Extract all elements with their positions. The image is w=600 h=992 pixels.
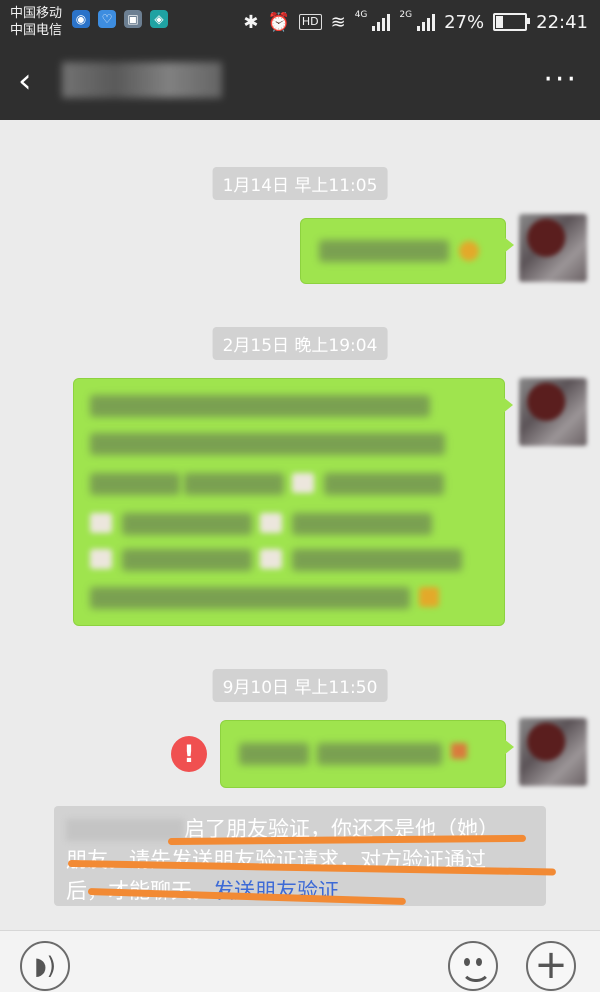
network-type-1: 4G bbox=[354, 10, 368, 20]
alarm-icon: ⏰ bbox=[267, 11, 290, 33]
more-dots-icon[interactable]: ··· bbox=[543, 65, 578, 95]
chat-header: ‹ ··· bbox=[0, 44, 600, 120]
shield-app-icon: ◈ bbox=[150, 10, 168, 28]
status-bar: 中国移动 中国电信 ◉ ♡ ▣ ◈ ✱ ⏰ HD ≋ 4G 2G 27% 22:… bbox=[0, 0, 600, 44]
voice-icon[interactable]: ◗) bbox=[20, 941, 70, 991]
masked-text bbox=[324, 473, 444, 495]
emoji-icon bbox=[260, 513, 282, 533]
avatar[interactable] bbox=[519, 718, 587, 786]
masked-text bbox=[319, 240, 449, 262]
hd-icon: HD bbox=[298, 14, 322, 30]
emoji-icon bbox=[451, 743, 467, 759]
message-timestamp: 1月14日 早上11:05 bbox=[212, 167, 388, 200]
emoji-icon bbox=[459, 241, 479, 261]
masked-text bbox=[90, 433, 445, 455]
contact-name-masked bbox=[62, 62, 222, 98]
carrier-2: 中国电信 bbox=[10, 23, 63, 38]
emoji-icon bbox=[90, 549, 112, 569]
emoji-icon bbox=[419, 587, 439, 607]
system-indicators: ✱ ⏰ HD ≋ 4G 2G 27% 22:41 bbox=[243, 0, 588, 44]
emoji-icon[interactable] bbox=[448, 941, 498, 991]
avatar[interactable] bbox=[519, 214, 587, 282]
masked-text bbox=[90, 473, 180, 495]
message-bubble[interactable] bbox=[73, 378, 513, 626]
notification-icons: ◉ ♡ ▣ ◈ bbox=[72, 10, 168, 28]
message-timestamp: 9月10日 早上11:50 bbox=[212, 669, 388, 702]
masked-text bbox=[122, 513, 252, 535]
signal-icon bbox=[372, 13, 391, 31]
bluetooth-icon: ✱ bbox=[243, 11, 259, 33]
message-bubble[interactable] bbox=[300, 218, 514, 284]
emoji-icon bbox=[260, 549, 282, 569]
emoji-icon bbox=[90, 513, 112, 533]
masked-text bbox=[239, 743, 309, 765]
carrier-1: 中国移动 bbox=[10, 6, 63, 21]
avatar[interactable] bbox=[519, 378, 587, 446]
masked-text bbox=[66, 819, 184, 841]
clock: 22:41 bbox=[536, 11, 588, 33]
message-timestamp: 2月15日 晚上19:04 bbox=[212, 327, 388, 360]
battery-icon bbox=[493, 13, 531, 31]
plus-icon[interactable]: + bbox=[526, 941, 576, 991]
input-bar: ◗) + bbox=[0, 930, 600, 992]
wifi-app-icon: ◉ bbox=[72, 10, 90, 28]
signal-icon bbox=[417, 13, 436, 31]
gallery-app-icon: ▣ bbox=[124, 10, 142, 28]
masked-text bbox=[122, 549, 252, 571]
message-bubble[interactable] bbox=[220, 720, 514, 788]
back-icon[interactable]: ‹ bbox=[18, 62, 52, 102]
masked-text bbox=[90, 395, 430, 417]
masked-text bbox=[90, 587, 410, 609]
carrier-info: 中国移动 中国电信 bbox=[10, 5, 62, 39]
masked-text bbox=[292, 513, 432, 535]
masked-text bbox=[184, 473, 284, 495]
send-failed-icon[interactable]: ! bbox=[171, 736, 207, 772]
masked-text bbox=[292, 549, 462, 571]
masked-text bbox=[317, 743, 442, 765]
battery-percent: 27% bbox=[444, 11, 485, 33]
network-type-2: 2G bbox=[399, 10, 413, 20]
emoji-icon bbox=[292, 473, 314, 493]
health-app-icon: ♡ bbox=[98, 10, 116, 28]
wifi-icon: ≋ bbox=[330, 11, 346, 33]
